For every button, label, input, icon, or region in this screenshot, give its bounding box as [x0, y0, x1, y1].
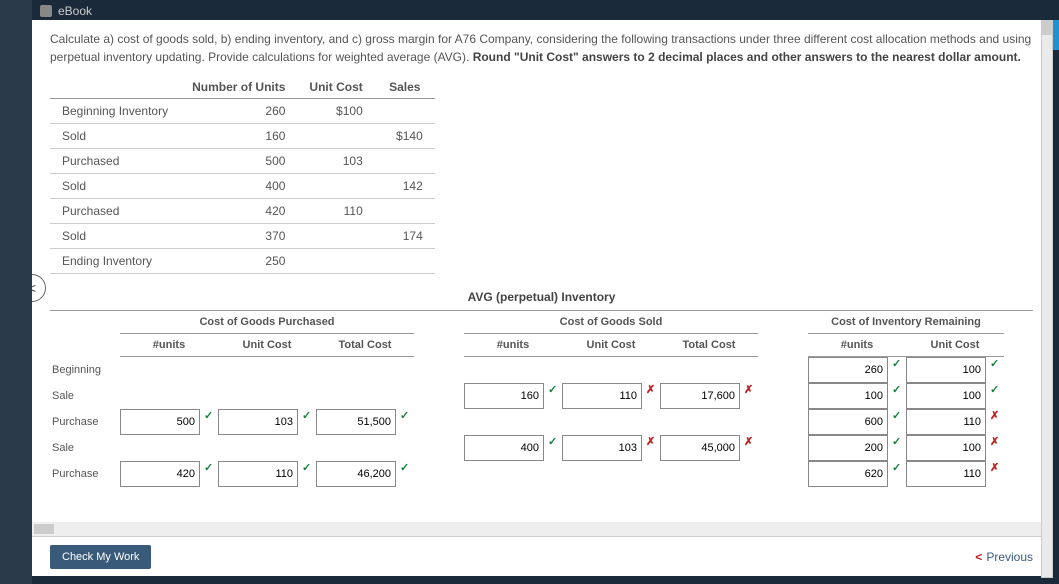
row-beginning: Beginning: [50, 357, 120, 383]
check-icon: ✓: [200, 409, 218, 435]
check-icon: ✓: [544, 435, 562, 461]
table-row: Purchased420110: [50, 199, 435, 224]
row-purchase: Purchase: [50, 461, 120, 487]
row-sale: Sale: [50, 383, 120, 409]
input-unitcost[interactable]: [562, 435, 642, 461]
table-row: Sold400142: [50, 174, 435, 199]
tab-label: eBook: [58, 4, 92, 18]
check-icon: ✓: [544, 383, 562, 409]
check-icon: ✓: [888, 461, 906, 487]
check-icon: ✓: [986, 357, 1004, 383]
input-total[interactable]: [660, 383, 740, 409]
input-unitcost[interactable]: [906, 357, 986, 383]
check-icon: ✓: [298, 461, 316, 487]
input-unitcost[interactable]: [906, 461, 986, 487]
x-icon: ✗: [986, 461, 1004, 487]
check-icon: ✓: [396, 409, 414, 435]
input-total[interactable]: [316, 461, 396, 487]
input-unitcost[interactable]: [218, 461, 298, 487]
chevron-left-icon: <: [975, 550, 982, 564]
check-icon: ✓: [396, 461, 414, 487]
input-unitcost[interactable]: [906, 409, 986, 435]
check-icon: ✓: [888, 409, 906, 435]
check-icon: ✓: [888, 383, 906, 409]
vertical-scrollbar[interactable]: [1041, 20, 1053, 578]
col-sales: Sales: [375, 76, 435, 99]
group-sold: Cost of Goods Sold: [464, 311, 758, 334]
input-units[interactable]: [808, 409, 888, 435]
input-units[interactable]: [808, 357, 888, 383]
x-icon: ✗: [740, 383, 758, 409]
chevron-left-icon: <: [32, 280, 36, 296]
table-row: Ending Inventory250: [50, 249, 435, 274]
footer-bar: Check My Work < Previous: [32, 536, 1051, 576]
table-row: Purchased500103: [50, 149, 435, 174]
input-units[interactable]: [464, 383, 544, 409]
input-total[interactable]: [316, 409, 396, 435]
input-units[interactable]: [464, 435, 544, 461]
row-purchase: Purchase: [50, 409, 120, 435]
input-units[interactable]: [120, 409, 200, 435]
input-units[interactable]: [808, 461, 888, 487]
table-row: Sold160$140: [50, 124, 435, 149]
input-unitcost[interactable]: [906, 383, 986, 409]
horizontal-scrollbar[interactable]: [32, 522, 1051, 536]
input-units[interactable]: [808, 383, 888, 409]
ebook-tab[interactable]: eBook: [32, 0, 100, 22]
avg-grid: Cost of Goods Purchased Cost of Goods So…: [50, 311, 1033, 487]
scroll-thumb[interactable]: [1042, 21, 1052, 35]
x-icon: ✗: [986, 435, 1004, 461]
avg-title: AVG (perpetual) Inventory: [50, 284, 1033, 311]
left-sidebar: [0, 0, 32, 584]
input-total[interactable]: [660, 435, 740, 461]
col-unitcost: Unit Cost: [297, 76, 374, 99]
group-purchased: Cost of Goods Purchased: [120, 311, 414, 334]
problem-bold: Round "Unit Cost" answers to 2 decimal p…: [473, 50, 1021, 64]
check-work-button[interactable]: Check My Work: [50, 545, 151, 569]
check-icon: ✓: [888, 357, 906, 383]
input-unitcost[interactable]: [906, 435, 986, 461]
input-units[interactable]: [120, 461, 200, 487]
check-icon: ✓: [298, 409, 316, 435]
input-unitcost[interactable]: [218, 409, 298, 435]
group-remaining: Cost of Inventory Remaining: [808, 311, 1004, 334]
table-row: Beginning Inventory260$100: [50, 99, 435, 124]
table-row: Sold370174: [50, 224, 435, 249]
x-icon: ✗: [642, 435, 660, 461]
x-icon: ✗: [740, 435, 758, 461]
check-icon: ✓: [888, 435, 906, 461]
col-units: Number of Units: [180, 76, 297, 99]
previous-button[interactable]: < Previous: [975, 550, 1033, 564]
input-unitcost[interactable]: [562, 383, 642, 409]
prev-page-circle[interactable]: <: [32, 274, 46, 302]
row-sale: Sale: [50, 435, 120, 461]
x-icon: ✗: [642, 383, 660, 409]
x-icon: ✗: [986, 409, 1004, 435]
transactions-table: Number of Units Unit Cost Sales Beginnin…: [50, 76, 435, 274]
problem-text: Calculate a) cost of goods sold, b) endi…: [50, 30, 1033, 66]
content-area: Calculate a) cost of goods sold, b) endi…: [32, 20, 1051, 576]
check-icon: ✓: [986, 383, 1004, 409]
book-icon: [40, 5, 52, 17]
input-units[interactable]: [808, 435, 888, 461]
check-icon: ✓: [200, 461, 218, 487]
